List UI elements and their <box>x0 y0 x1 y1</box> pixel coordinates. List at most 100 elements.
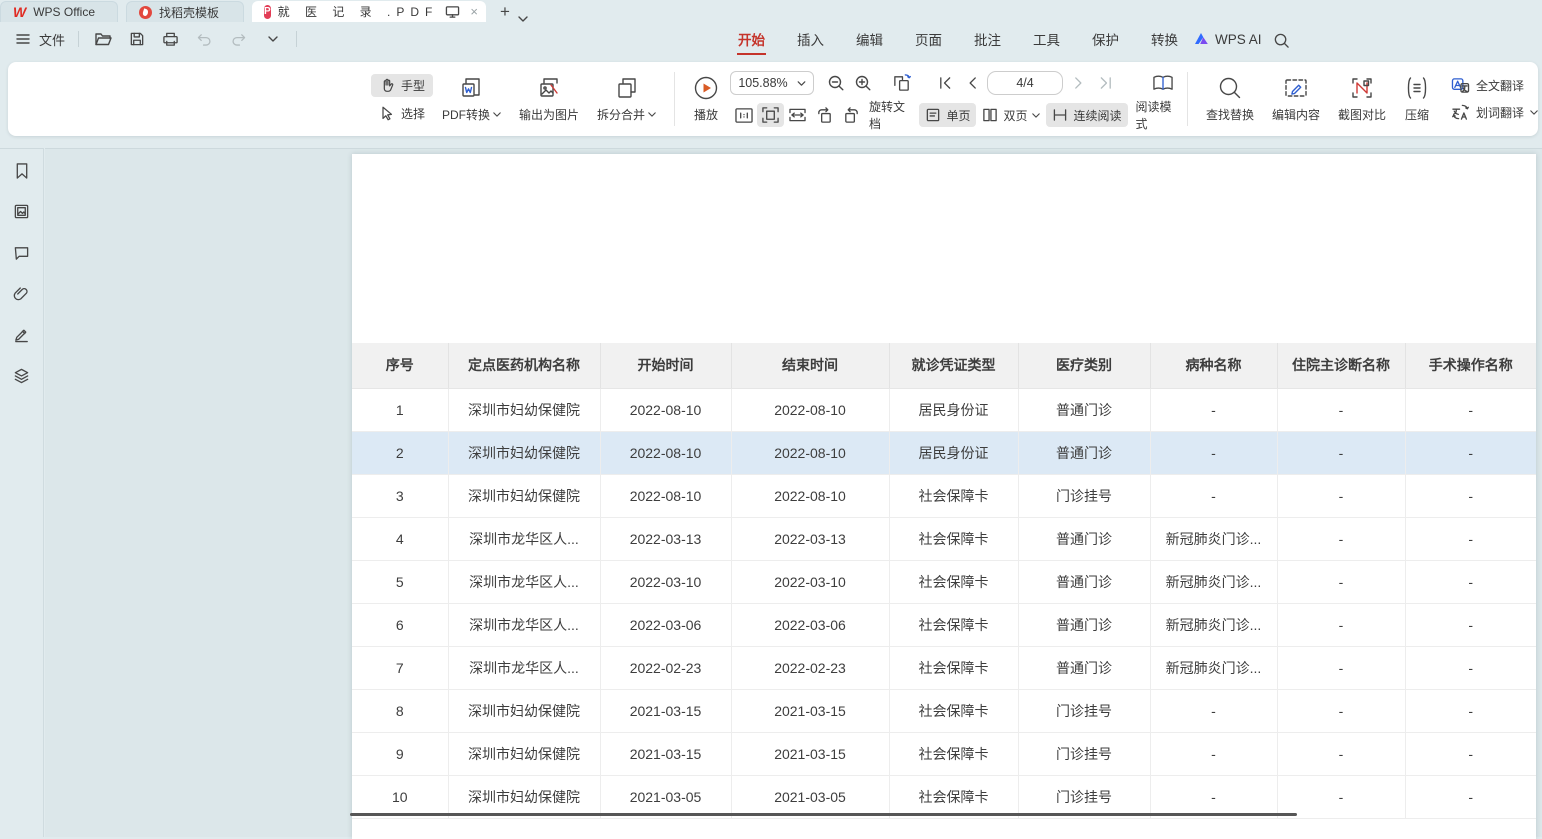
table-row: 1深圳市妇幼保健院2022-08-102022-08-10居民身份证普通门诊--… <box>352 388 1536 431</box>
full-translate-button[interactable]: 全文翻译 <box>1451 77 1538 94</box>
tab-wps-office[interactable]: W WPS Office <box>0 1 118 22</box>
table-cell: 门诊挂号 <box>1018 689 1150 732</box>
column-header: 病种名称 <box>1150 343 1277 388</box>
table-cell: 5 <box>352 560 448 603</box>
table-cell: 深圳市妇幼保健院 <box>448 775 600 818</box>
table-cell: 2022-08-10 <box>600 474 731 517</box>
menu-tab-tools[interactable]: 工具 <box>1031 22 1062 56</box>
horizontal-scrollbar[interactable] <box>350 813 1297 816</box>
fit-page-button[interactable] <box>757 103 784 127</box>
thumbnail-icon[interactable] <box>11 201 32 222</box>
file-menu[interactable]: 文件 <box>39 30 65 49</box>
redo-icon[interactable] <box>228 29 249 50</box>
page-number-input[interactable]: 4/4 <box>987 71 1063 95</box>
table-cell: 深圳市妇幼保健院 <box>448 431 600 474</box>
table-cell: - <box>1277 517 1405 560</box>
rotate-doc-label[interactable]: 旋转文档 <box>869 98 911 132</box>
undo-icon[interactable] <box>194 29 215 50</box>
layers-icon[interactable] <box>11 365 32 386</box>
menu-tab-page[interactable]: 页面 <box>913 22 944 56</box>
single-page-button[interactable]: 单页 <box>919 103 976 127</box>
pdf-convert-button[interactable]: PDF转换 <box>433 75 510 123</box>
last-page-button[interactable] <box>1092 71 1119 95</box>
split-merge-button[interactable]: 拆分合并 <box>588 75 665 123</box>
menu-bar: 文件 开始 插入 编辑 页面 批注 工具 保护 转换 <box>0 22 1542 56</box>
search-icon[interactable] <box>1271 30 1292 51</box>
monitor-icon[interactable] <box>445 1 460 22</box>
menu-tab-insert[interactable]: 插入 <box>795 22 826 56</box>
open-folder-icon[interactable] <box>92 29 113 50</box>
comment-icon[interactable] <box>11 242 32 263</box>
menu-tab-protect[interactable]: 保护 <box>1090 22 1121 56</box>
close-tab-icon[interactable]: × <box>467 4 481 19</box>
tab-docer-templates[interactable]: 找稻壳模板 <box>126 1 244 22</box>
menu-tab-comment[interactable]: 批注 <box>972 22 1003 56</box>
select-tool-label: 选择 <box>401 105 425 122</box>
wps-ai-button[interactable]: WPS AI <box>1194 22 1262 56</box>
save-icon[interactable] <box>126 29 147 50</box>
chevron-down-icon <box>1032 113 1040 118</box>
menu-tab-convert[interactable]: 转换 <box>1149 22 1180 56</box>
hand-tool-button[interactable]: 手型 <box>371 74 433 97</box>
attachment-icon[interactable] <box>11 283 32 304</box>
new-tab-button[interactable]: + <box>500 2 510 22</box>
edit-content-button[interactable]: 编辑内容 <box>1263 75 1329 123</box>
view-controls: 105.88% 4 <box>730 71 1178 128</box>
select-tool-button[interactable]: 选择 <box>371 102 433 125</box>
compress-button[interactable]: 压缩 <box>1395 75 1439 123</box>
table-cell: 8 <box>352 689 448 732</box>
divider <box>1187 72 1188 126</box>
next-page-button[interactable] <box>1065 71 1092 95</box>
table-cell: - <box>1405 689 1536 732</box>
table-row: 8深圳市妇幼保健院2021-03-152021-03-15社会保障卡门诊挂号--… <box>352 689 1536 732</box>
edit-content-icon <box>1283 75 1309 101</box>
play-button[interactable]: 播放 <box>684 75 728 123</box>
edit-content-label: 编辑内容 <box>1272 106 1320 123</box>
print-icon[interactable] <box>160 29 181 50</box>
previous-page-button[interactable] <box>958 71 985 95</box>
read-mode-label[interactable]: 阅读模式 <box>1136 98 1178 132</box>
word-translate-label: 划词翻译 <box>1476 104 1524 121</box>
menu-tab-edit[interactable]: 编辑 <box>854 22 885 56</box>
table-cell: 新冠肺炎门诊... <box>1150 560 1277 603</box>
continuous-read-button[interactable]: 连续阅读 <box>1046 103 1127 127</box>
replace-pages-button[interactable] <box>888 71 915 95</box>
column-header: 就诊凭证类型 <box>889 343 1018 388</box>
zoom-level-select[interactable]: 105.88% <box>730 71 814 95</box>
history-chevron-icon[interactable] <box>262 29 283 50</box>
table-cell: - <box>1405 732 1536 775</box>
table-cell: 普通门诊 <box>1018 603 1150 646</box>
hamburger-icon[interactable] <box>12 29 33 50</box>
first-page-button[interactable] <box>931 71 958 95</box>
screenshot-compare-button[interactable]: 截图对比 <box>1329 75 1395 123</box>
table-cell: - <box>1405 775 1536 818</box>
medical-records-table: 序号定点医药机构名称开始时间结束时间就诊凭证类型医疗类别病种名称住院主诊断名称手… <box>352 343 1536 819</box>
table-cell: 9 <box>352 732 448 775</box>
rotate-left-button[interactable] <box>811 103 838 127</box>
double-page-button[interactable]: 双页 <box>976 103 1046 127</box>
table-cell: - <box>1277 388 1405 431</box>
table-cell: 2021-03-15 <box>731 689 889 732</box>
chevron-down-icon <box>493 112 501 117</box>
actual-size-button[interactable] <box>730 103 757 127</box>
table-cell: 社会保障卡 <box>889 560 1018 603</box>
rotate-right-button[interactable] <box>838 103 865 127</box>
column-header: 开始时间 <box>600 343 731 388</box>
table-cell: - <box>1277 689 1405 732</box>
table-cell: - <box>1405 560 1536 603</box>
signature-icon[interactable] <box>11 324 32 345</box>
bookmark-icon[interactable] <box>11 160 32 181</box>
export-image-button[interactable]: 输出为图片 <box>510 75 588 123</box>
fit-width-button[interactable] <box>784 103 811 127</box>
zoom-out-button[interactable] <box>822 71 849 95</box>
zoom-in-button[interactable] <box>849 71 876 95</box>
screenshot-compare-label: 截图对比 <box>1338 106 1386 123</box>
next-page-icon <box>1073 76 1085 90</box>
word-translate-button[interactable]: 划词翻译 <box>1451 103 1538 121</box>
read-mode-icon-button[interactable] <box>1149 71 1176 95</box>
table-body: 1深圳市妇幼保健院2022-08-102022-08-10居民身份证普通门诊--… <box>352 388 1536 818</box>
tab-document-pdf[interactable]: P 就 医 记 录 .PDF × <box>252 1 486 22</box>
column-header: 序号 <box>352 343 448 388</box>
find-replace-button[interactable]: 查找替换 <box>1197 75 1263 123</box>
menu-tab-home[interactable]: 开始 <box>736 22 767 56</box>
